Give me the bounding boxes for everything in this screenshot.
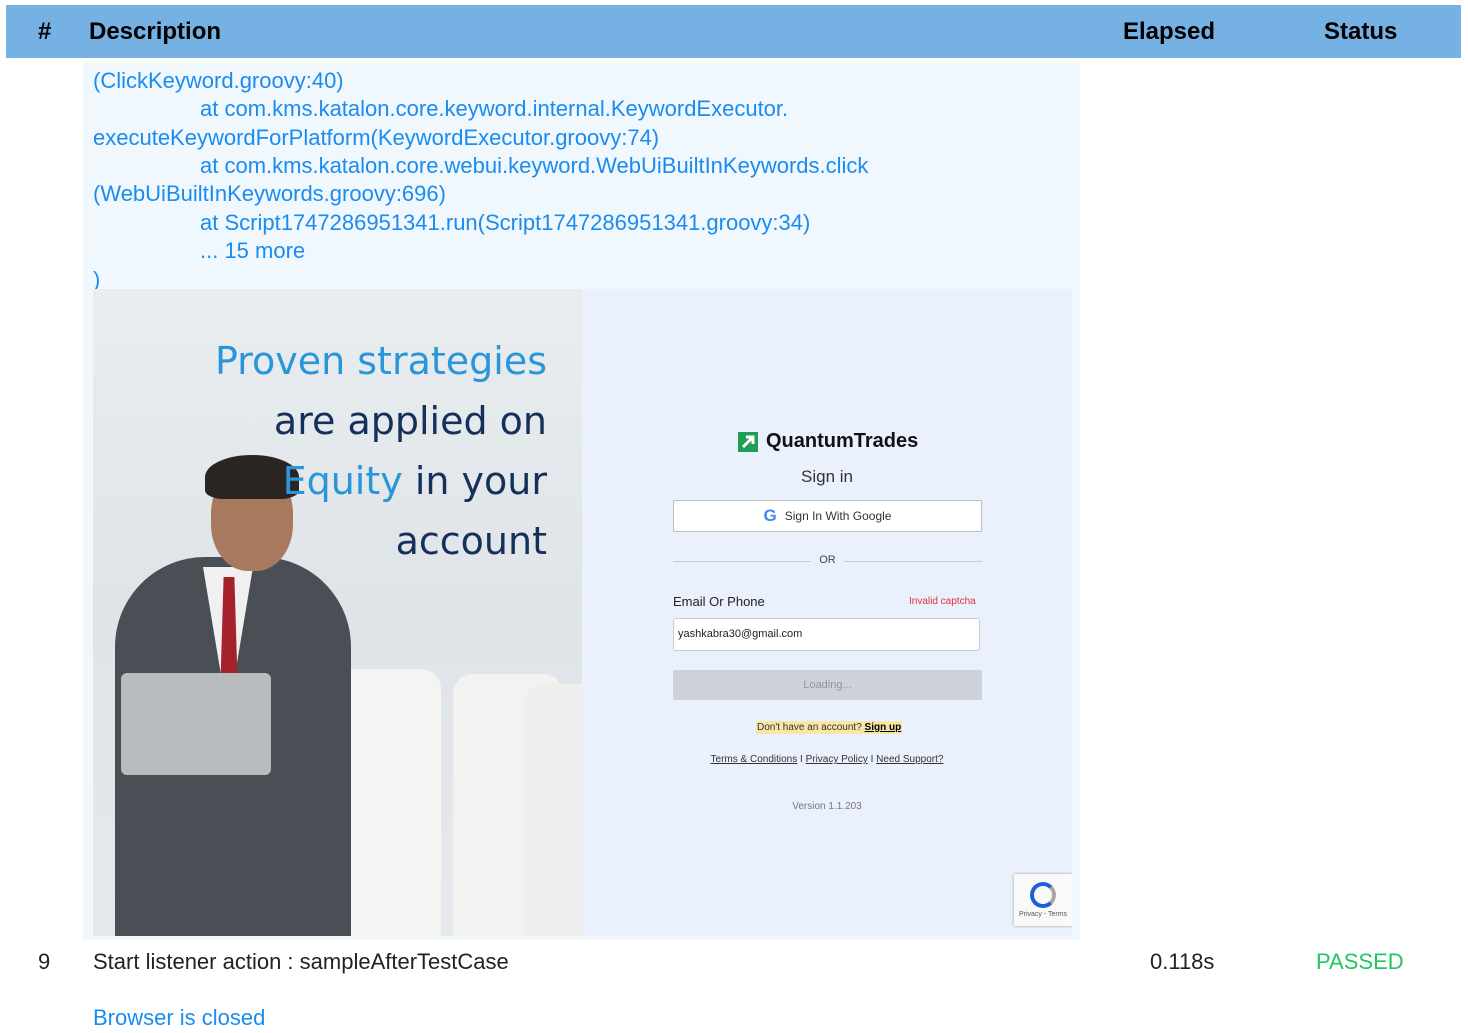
step-number: 9	[38, 949, 51, 974]
signup-link[interactable]: Sign up	[865, 722, 902, 733]
failure-screenshot[interactable]: Proven strategies are applied on Equity …	[93, 289, 1072, 936]
hero-panel: Proven strategies are applied on Equity …	[93, 289, 582, 936]
hero-text: Proven strategies are applied on Equity …	[215, 331, 547, 571]
signup-prompt: Don't have an account? Sign up	[756, 721, 903, 734]
email-label: Email Or Phone	[673, 594, 765, 609]
link-separator: I	[870, 754, 874, 765]
trace-line: at com.kms.katalon.core.keyword.internal…	[200, 96, 789, 121]
step-elapsed: 0.118s	[1150, 949, 1215, 974]
brand-logo: QuantumTrades	[738, 430, 918, 453]
link-separator: I	[800, 754, 803, 765]
col-elapsed-header: Elapsed	[1123, 18, 1216, 45]
trace-line: executeKeywordForPlatform(KeywordExecuto…	[93, 125, 660, 150]
log-message: Browser is closed	[93, 1005, 266, 1030]
google-signin-button[interactable]: G Sign In With Google	[673, 500, 982, 532]
privacy-link[interactable]: Privacy Policy	[806, 754, 868, 765]
hero-line: Proven strategies	[214, 339, 547, 383]
laptop-image	[121, 673, 271, 775]
submit-button[interactable]: Loading...	[673, 670, 982, 700]
trace-line: (ClickKeyword.groovy:40)	[93, 68, 344, 93]
trace-line: at Script1747286951341.run(Script1747286…	[200, 210, 811, 235]
status-badge: PASSED	[1316, 949, 1404, 974]
hero-line-rest: in your	[402, 459, 547, 503]
or-divider: OR	[673, 553, 982, 569]
col-description-header: Description	[89, 18, 222, 45]
no-account-text: Don't have an account?	[757, 722, 862, 733]
table-header: # Description Elapsed Status	[6, 5, 1461, 58]
hero-highlight: Equity	[282, 459, 403, 503]
step-description[interactable]: Start listener action : sampleAfterTestC…	[93, 949, 509, 975]
col-status-header: Status	[1324, 18, 1398, 45]
support-link[interactable]: Need Support?	[876, 754, 943, 765]
hero-line: Equity in your	[215, 451, 547, 511]
signin-title: Sign in	[801, 467, 853, 486]
brand-arrow-icon	[738, 431, 758, 452]
google-icon: G	[763, 506, 777, 525]
login-panel: QuantumTrades Sign in G Sign In With Goo…	[582, 289, 1072, 936]
col-number-header: #	[38, 18, 52, 45]
recaptcha-badge[interactable]: Privacy - Terms	[1014, 874, 1072, 926]
captcha-error: Invalid captcha	[909, 596, 976, 607]
or-label: OR	[819, 554, 836, 566]
chair-image	[523, 684, 582, 936]
version-label: Version 1.1.203	[792, 801, 862, 812]
google-signin-label: Sign In With Google	[784, 509, 892, 523]
trace-line: at com.kms.katalon.core.webui.keyword.We…	[200, 153, 869, 178]
trace-line: (WebUiBuiltInKeywords.groovy:696)	[93, 181, 446, 206]
email-field[interactable]: yashkabra30@gmail.com	[673, 618, 980, 651]
hero-line: are applied on	[273, 399, 547, 443]
recaptcha-links: Privacy - Terms	[1018, 911, 1068, 918]
brand-name: QuantumTrades	[766, 430, 919, 452]
footer-links: Terms & Conditions I Privacy Policy I Ne…	[582, 754, 1072, 765]
terms-link[interactable]: Terms & Conditions	[711, 754, 798, 765]
hero-line: account	[395, 519, 547, 563]
stack-trace: (ClickKeyword.groovy:40) at com.kms.kata…	[83, 62, 1080, 292]
recaptcha-icon	[1030, 882, 1056, 908]
trace-line: ... 15 more	[200, 238, 306, 263]
